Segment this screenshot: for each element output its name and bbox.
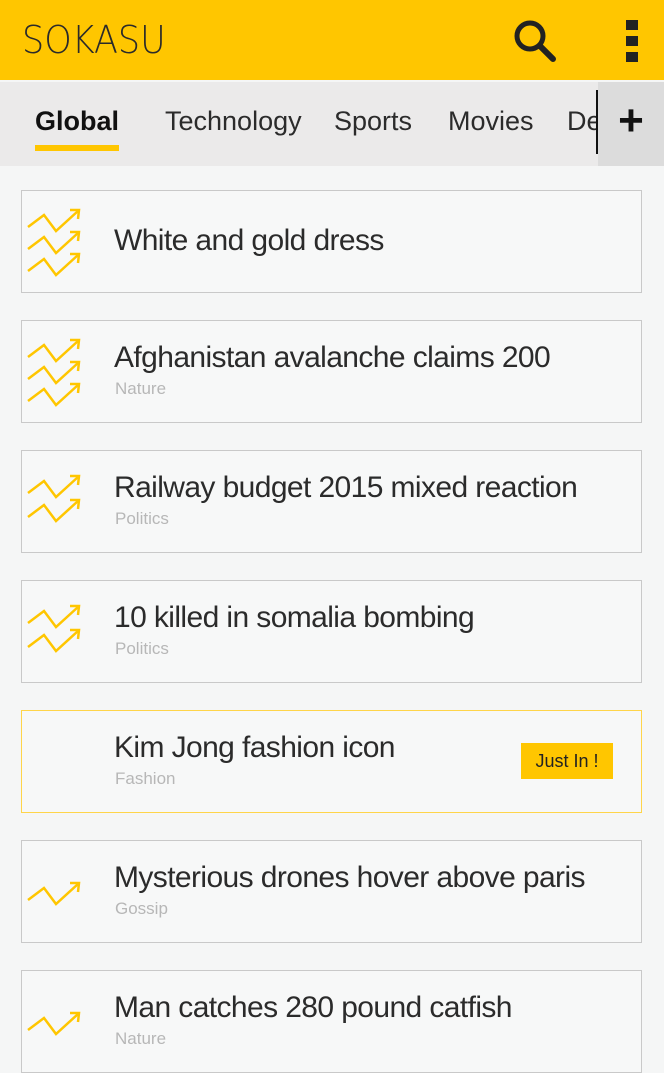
category-tabs: Global Technology Sports Movies De + bbox=[0, 82, 664, 166]
news-card[interactable]: Man catches 280 pound catfish Nature bbox=[21, 970, 642, 1073]
news-category: Politics bbox=[115, 639, 169, 658]
news-card[interactable]: White and gold dress bbox=[21, 190, 642, 293]
news-title: Afghanistan avalanche claims 200 bbox=[114, 341, 551, 374]
tab-global[interactable]: Global bbox=[35, 106, 120, 151]
trending-up-icon bbox=[27, 604, 81, 653]
add-category-button[interactable]: + bbox=[598, 82, 664, 166]
news-category: Gossip bbox=[115, 899, 168, 918]
trending-up-icon bbox=[27, 1011, 81, 1036]
news-category: Fashion bbox=[115, 769, 176, 788]
news-title: White and gold dress bbox=[114, 224, 384, 257]
news-card[interactable]: Kim Jong fashion icon Fashion Just In ! bbox=[21, 710, 642, 813]
tab-more[interactable]: De bbox=[567, 106, 597, 137]
trending-up-icon bbox=[27, 208, 81, 277]
news-title: Mysterious drones hover above paris bbox=[114, 861, 586, 894]
trending-up-icon bbox=[27, 338, 81, 407]
tab-sports[interactable]: Sports bbox=[334, 106, 412, 137]
news-card[interactable]: Railway budget 2015 mixed reaction Politi… bbox=[21, 450, 642, 553]
overflow-menu-icon[interactable] bbox=[626, 20, 642, 64]
trending-up-icon bbox=[27, 881, 81, 906]
news-category: Nature bbox=[115, 1029, 167, 1048]
news-card[interactable]: Mysterious drones hover above paris Gossi… bbox=[21, 840, 642, 943]
news-category: Nature bbox=[115, 379, 167, 398]
news-category: Politics bbox=[115, 509, 169, 528]
news-card[interactable]: 10 killed in somalia bombing Politics bbox=[21, 580, 642, 683]
news-title: Kim Jong fashion icon bbox=[114, 731, 396, 764]
trending-up-icon bbox=[27, 474, 81, 523]
news-title: Man catches 280 pound catfish bbox=[114, 991, 512, 1024]
app-title: SOKASU bbox=[22, 18, 166, 62]
tab-movies[interactable]: Movies bbox=[448, 106, 534, 137]
search-icon[interactable] bbox=[510, 16, 560, 66]
just-in-badge: Just In ! bbox=[521, 743, 613, 779]
plus-icon: + bbox=[618, 96, 644, 145]
news-title: 10 killed in somalia bombing bbox=[114, 601, 475, 634]
app-bar: SOKASU bbox=[0, 0, 664, 80]
news-card[interactable]: Afghanistan avalanche claims 200 Nature bbox=[21, 320, 642, 423]
news-title: Railway budget 2015 mixed reaction bbox=[114, 471, 578, 504]
tab-technology[interactable]: Technology bbox=[165, 106, 302, 137]
